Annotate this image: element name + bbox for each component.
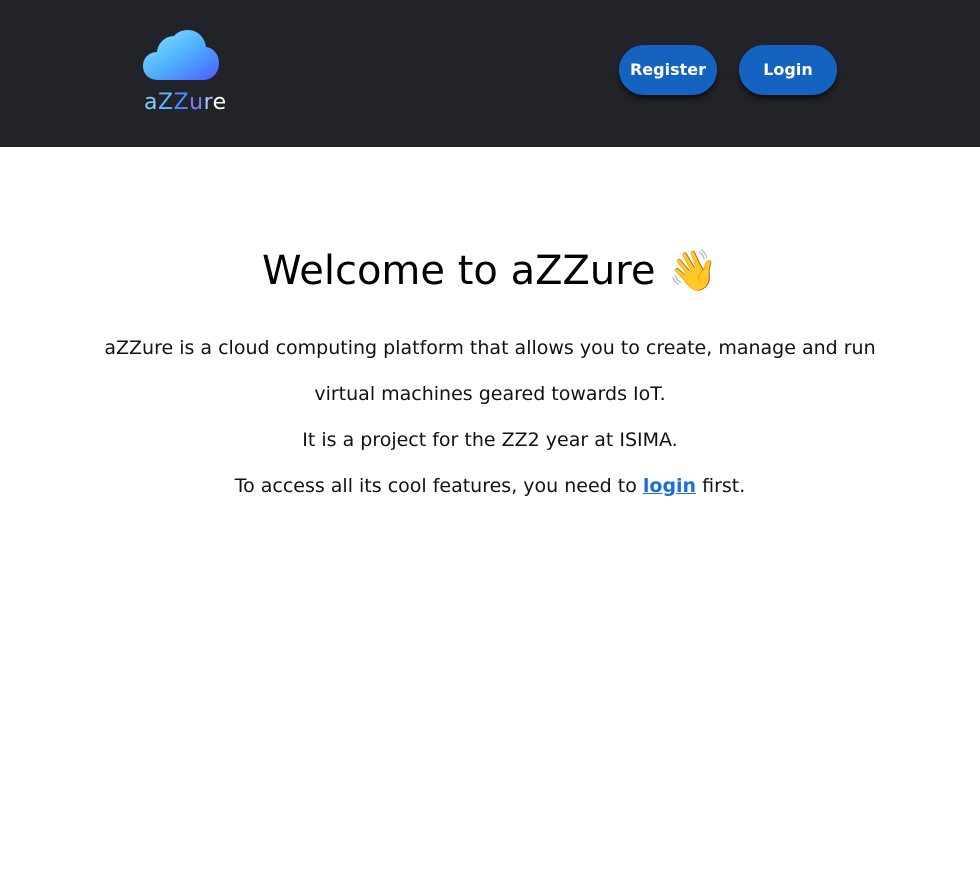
page-title: Welcome to aZZure 👋 xyxy=(262,248,718,294)
access-text-before: To access all its cool features, you nee… xyxy=(234,475,643,497)
brand-logo[interactable]: aZZure xyxy=(140,28,226,120)
access-text-after: first. xyxy=(696,475,746,497)
project-line: It is a project for the ZZ2 year at ISIM… xyxy=(302,429,678,451)
top-navbar: aZZure Register Login xyxy=(0,0,980,147)
intro-line-1: aZZure is a cloud computing platform tha… xyxy=(104,337,876,359)
cloud-icon xyxy=(143,30,219,80)
brand-name: aZZure xyxy=(144,90,227,115)
register-button[interactable]: Register xyxy=(619,45,717,95)
access-line: To access all its cool features, you nee… xyxy=(0,473,980,499)
login-button[interactable]: Login xyxy=(739,45,837,95)
login-link[interactable]: login xyxy=(643,475,696,497)
intro-line-2: virtual machines geared towards IoT. xyxy=(314,383,666,405)
